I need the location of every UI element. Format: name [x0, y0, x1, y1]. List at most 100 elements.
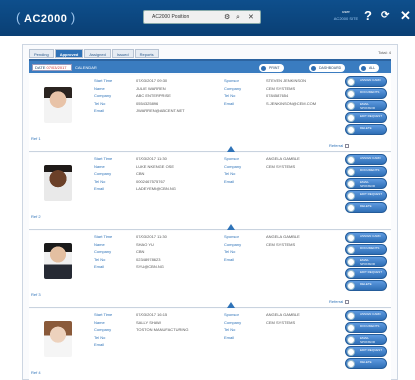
row-actions: ASSIGN CARD DOCUMENTS EMAIL SPONSOR EDIT… [345, 310, 387, 370]
edit-request-button[interactable]: EDIT REQUEST [345, 346, 387, 357]
tab-reports[interactable]: Reports [134, 49, 159, 58]
delete-button[interactable]: DELETE [345, 124, 387, 135]
sponsor-company: CEM SYSTEMS [266, 85, 296, 91]
visitor-email: JWARREN@ABCENT.NET [136, 108, 185, 113]
reference-label: Ref 3 [31, 292, 41, 297]
documents-button[interactable]: DOCUMENTS [345, 244, 387, 255]
start-time: 07/03/2017 16:15 [136, 312, 168, 317]
print-button[interactable]: PRINT [259, 64, 284, 72]
tab-pending[interactable]: Pending [29, 49, 54, 58]
sponsor-details: Sponsor STEVEN JENKINSON Company CEM SYSTE… [224, 78, 317, 106]
documents-button[interactable]: DOCUMENTS [345, 166, 387, 177]
visitor-photo [44, 321, 72, 357]
sponsor-details: Sponsor ANGELA GAMBLE Company CEM SYSTEMS … [224, 234, 300, 262]
email-sponsor-button[interactable]: EMAIL SPONSOR [345, 256, 387, 267]
email-sponsor-button[interactable]: EMAIL SPONSOR [345, 100, 387, 111]
position-select[interactable]: AC2000 Position ⚙ ⌕ ✕ [143, 10, 261, 24]
sponsor-email: S.JENKINSON@CEM.COM [266, 100, 317, 106]
app-logo: ( AC2000 ) [16, 10, 76, 25]
visitor-photo [44, 243, 72, 279]
sponsor-company: CEM SYSTEMS [266, 163, 296, 169]
tab-issued[interactable]: Issued [111, 49, 134, 58]
visitor-tel: 0002467575767 [136, 178, 165, 184]
card-icon [347, 312, 355, 320]
visitor-details: Start Time 07/03/2017 09:30 Name JULIE WAR… [94, 78, 185, 113]
row-actions: ASSIGN CARD DOCUMENTS EMAIL SPONSOR EDIT… [345, 154, 387, 214]
dashboard-button[interactable]: DASHBOARD [309, 64, 346, 72]
search-icon[interactable]: ⌕ [236, 13, 240, 22]
calendar-button[interactable]: CALENDAR [75, 65, 97, 70]
help-icon[interactable]: ? [364, 9, 372, 23]
visitor-name: JULIE WARREN [136, 85, 166, 91]
expand-chevron-icon[interactable] [227, 146, 235, 152]
edit-icon [347, 270, 355, 278]
documents-icon [347, 246, 355, 254]
date-field[interactable]: DATE 07/03/2017 [32, 64, 72, 71]
tab-approved[interactable]: Approved [54, 49, 84, 58]
visitor-company: ABC ENTERPRISE [136, 93, 171, 98]
email-icon [347, 258, 355, 266]
assign-card-button[interactable]: ASSIGN CARD [345, 232, 387, 243]
visitor-panel: Pending Approved Assigned Issued Reports… [22, 44, 398, 380]
visitor-details: Start Time 07/03/2017 11:30 Name LUKE NKEN… [94, 156, 176, 191]
assign-card-button[interactable]: ASSIGN CARD [345, 310, 387, 321]
row-actions: ASSIGN CARD DOCUMENTS EMAIL SPONSOR EDIT… [345, 76, 387, 136]
visitor-row: Ref 4 Start Time 07/03/2017 16:15 Name SAL… [29, 309, 391, 380]
tab-assigned[interactable]: Assigned [84, 49, 111, 58]
edit-icon [347, 192, 355, 200]
delete-button[interactable]: DELETE [345, 280, 387, 291]
documents-button[interactable]: DOCUMENTS [345, 322, 387, 333]
print-icon [261, 65, 266, 71]
card-icon [347, 156, 355, 164]
visitor-row: Ref 2 Start Time 07/03/2017 11:30 Name LUK… [29, 153, 391, 230]
card-icon [347, 78, 355, 86]
user-info[interactable]: user AC2000 SITE [330, 9, 362, 21]
documents-icon [347, 168, 355, 176]
assign-card-button[interactable]: ASSIGN CARD [345, 76, 387, 87]
delete-button[interactable]: DELETE [345, 202, 387, 213]
clear-icon[interactable]: ✕ [248, 13, 254, 22]
visitor-email: SYU@CBN.NG [136, 264, 164, 269]
expand-chevron-icon[interactable] [227, 224, 235, 230]
close-icon[interactable]: ✕ [400, 9, 411, 23]
referral-checkbox[interactable]: Referral [329, 299, 350, 304]
edit-request-button[interactable]: EDIT REQUEST [345, 268, 387, 279]
filter-bar: DATE 07/03/2017 CALENDAR PRINT DASHBOARD… [29, 59, 391, 73]
sponsor-name: STEVEN JENKINSON [266, 78, 307, 83]
reference-label: Ref 4 [31, 370, 41, 375]
all-button[interactable]: ALL [359, 64, 380, 72]
all-icon [361, 65, 366, 71]
sponsor-details: Sponsor ANGELA GAMBLE Company CEM SYSTEMS … [224, 156, 300, 184]
edit-request-button[interactable]: EDIT REQUEST [345, 112, 387, 123]
delete-icon [347, 126, 355, 134]
sponsor-company: CEM SYSTEMS [266, 319, 296, 325]
visitor-name: SHAO YU [136, 241, 154, 247]
checkbox-icon [345, 143, 350, 148]
documents-button[interactable]: DOCUMENTS [345, 88, 387, 99]
sponsor-company: CEM SYSTEMS [266, 241, 296, 247]
row-actions: ASSIGN CARD DOCUMENTS EMAIL SPONSOR EDIT… [345, 232, 387, 292]
visitor-row: Ref 1 Start Time 07/03/2017 09:30 Name JUL… [29, 75, 391, 152]
visitor-company: TOSTON MANUFACTURING [136, 327, 189, 332]
sponsor-tel: 0784587654 [266, 93, 289, 98]
email-icon [347, 336, 355, 344]
assign-card-button[interactable]: ASSIGN CARD [345, 154, 387, 165]
expand-chevron-icon[interactable] [227, 302, 235, 308]
sponsor-name: ANGELA GAMBLE [266, 234, 300, 239]
visitor-company: CBN [136, 171, 145, 176]
email-sponsor-button[interactable]: EMAIL SPONSOR [345, 334, 387, 345]
sponsor-name: ANGELA GAMBLE [266, 156, 300, 161]
referral-checkbox[interactable]: Referral [329, 143, 350, 148]
user-site: AC2000 SITE [333, 16, 359, 21]
reference-label: Ref 1 [31, 136, 41, 141]
user-switch-icon[interactable]: ⟳ [381, 9, 389, 23]
settings-icon[interactable]: ⚙ [224, 13, 230, 22]
user-name: user [342, 9, 350, 14]
visitor-tel: 02348978623 [136, 256, 161, 262]
email-sponsor-button[interactable]: EMAIL SPONSOR [345, 178, 387, 189]
start-time: 07/03/2017 09:30 [136, 78, 168, 83]
edit-request-button[interactable]: EDIT REQUEST [345, 190, 387, 201]
delete-button[interactable]: DELETE [345, 358, 387, 369]
delete-icon [347, 282, 355, 290]
documents-icon [347, 324, 355, 332]
